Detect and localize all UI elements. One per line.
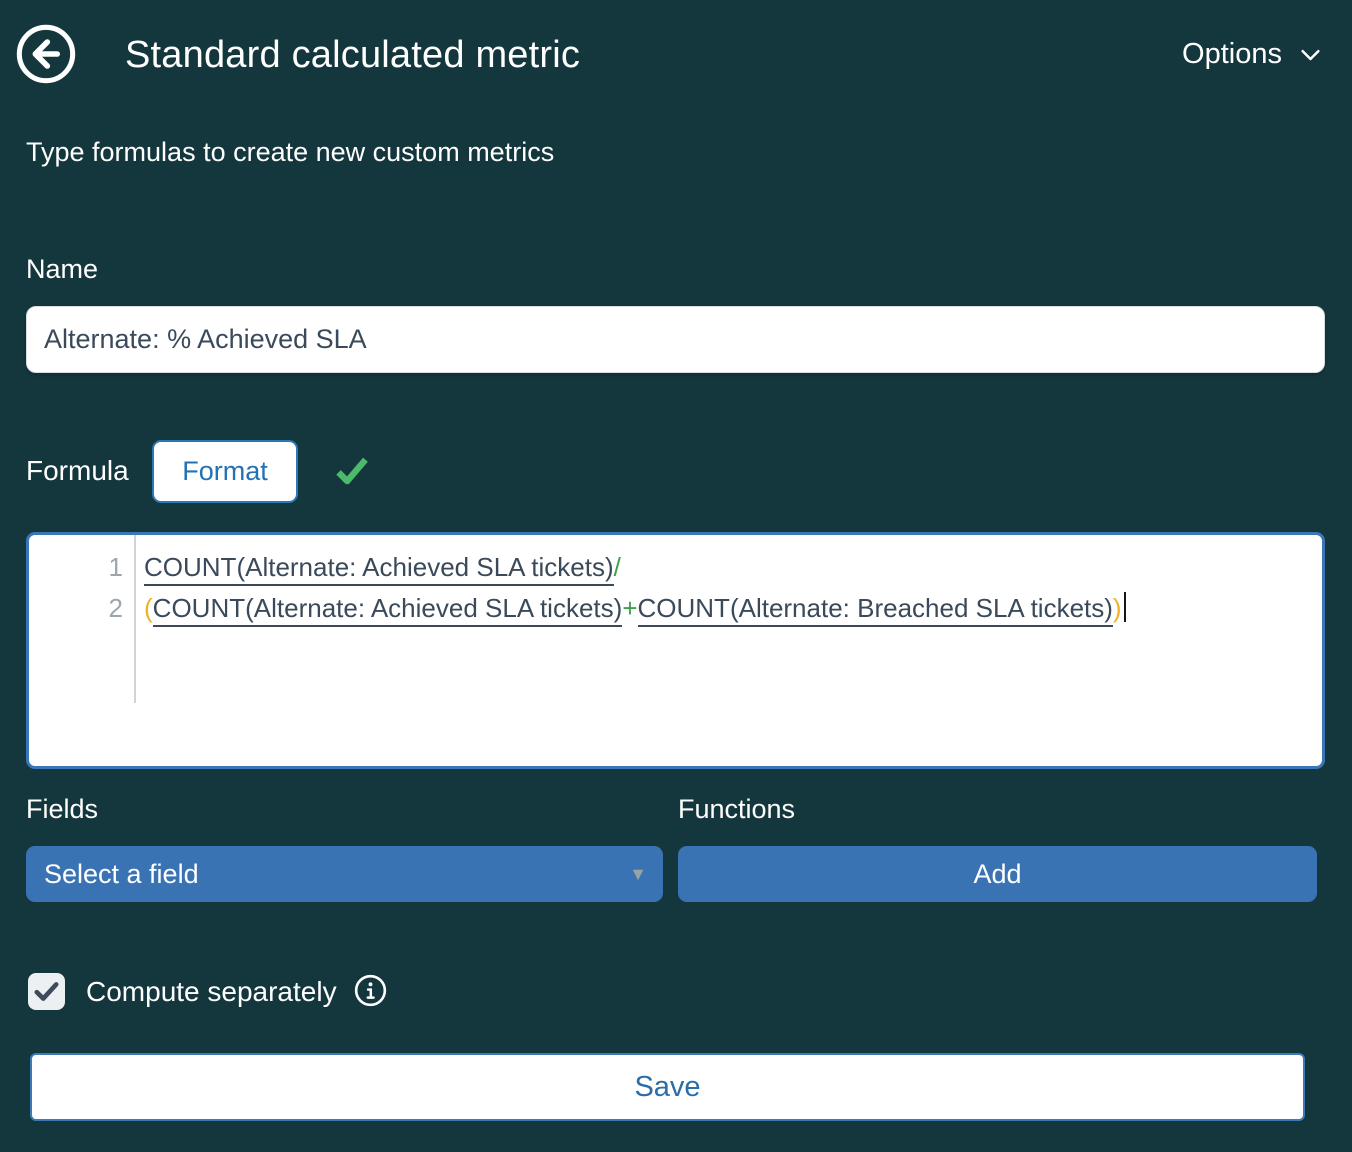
formula-token: ) [1113, 593, 1122, 623]
name-input[interactable]: Alternate: % Achieved SLA [26, 306, 1325, 373]
chevron-down-icon [1297, 41, 1324, 68]
field-select-value: Select a field [44, 859, 199, 889]
triangle-down-icon: ▼ [629, 846, 647, 902]
formula-token: COUNT [638, 593, 730, 627]
formula-token: ( [144, 593, 153, 623]
fields-label: Fields [26, 794, 98, 825]
name-label: Name [26, 254, 98, 285]
functions-label: Functions [678, 794, 795, 825]
compute-separately-label: Compute separately [86, 976, 337, 1008]
add-function-button[interactable]: Add [678, 846, 1317, 902]
formula-code-area[interactable]: COUNT(Alternate: Achieved SLA tickets)/(… [144, 535, 1318, 629]
compute-separately-checkbox[interactable] [28, 973, 65, 1010]
formula-label: Formula [26, 455, 129, 487]
formula-valid-checkmark-icon [333, 451, 371, 489]
checkbox-check-icon [31, 976, 62, 1007]
formula-token: (Alternate: Achieved SLA tickets) [245, 593, 622, 627]
arrow-left-circle-icon [14, 73, 78, 90]
format-button-label: Format [182, 456, 268, 487]
gutter-divider [134, 535, 136, 703]
text-cursor [1124, 592, 1126, 622]
page-title: Standard calculated metric [125, 34, 580, 77]
options-menu-button[interactable]: Options [1182, 38, 1324, 71]
formula-token: COUNT [144, 552, 236, 586]
formula-token: COUNT [153, 593, 245, 627]
formula-token: (Alternate: Achieved SLA tickets) [236, 552, 613, 586]
formula-token: / [614, 552, 621, 582]
info-icon[interactable] [352, 972, 389, 1009]
format-button[interactable]: Format [152, 440, 298, 503]
page-description: Type formulas to create new custom metri… [26, 137, 554, 168]
line-number: 2 [29, 588, 134, 629]
back-button[interactable] [14, 22, 78, 86]
line-number: 1 [29, 547, 134, 588]
formula-token: (Alternate: Breached SLA tickets) [730, 593, 1113, 627]
formula-token: + [622, 593, 637, 623]
formula-line[interactable]: (COUNT(Alternate: Achieved SLA tickets)+… [144, 588, 1318, 629]
save-button-label: Save [634, 1071, 700, 1104]
line-number-gutter: 12 [29, 535, 134, 629]
formula-line[interactable]: COUNT(Alternate: Achieved SLA tickets)/ [144, 547, 1318, 588]
add-button-label: Add [973, 859, 1021, 890]
save-button[interactable]: Save [30, 1053, 1305, 1121]
options-label: Options [1182, 38, 1282, 71]
field-select-dropdown[interactable]: Select a field ▼ [26, 846, 663, 902]
formula-editor[interactable]: 12 COUNT(Alternate: Achieved SLA tickets… [26, 532, 1325, 769]
